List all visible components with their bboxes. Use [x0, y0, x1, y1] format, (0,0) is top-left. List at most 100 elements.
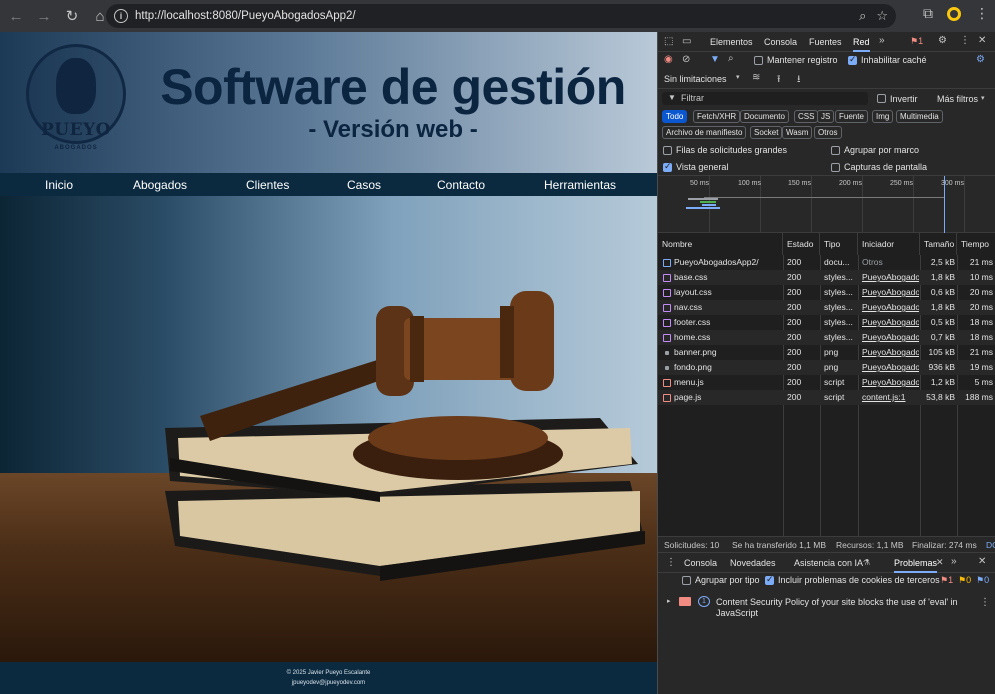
- network-settings-icon[interactable]: ⚙: [976, 54, 985, 65]
- download-icon[interactable]: ⭳: [797, 72, 801, 89]
- more-filters-dropdown[interactable]: Más filtros: [937, 94, 978, 104]
- chip-fuente[interactable]: Fuente: [835, 110, 868, 123]
- col-iniciador[interactable]: Iniciador: [858, 233, 920, 255]
- cell-initiator[interactable]: PueyoAbogados: [862, 330, 919, 345]
- cell-initiator[interactable]: PueyoAbogados: [862, 300, 919, 315]
- table-row[interactable]: page.js 200 script content.js:1 53,8 kB 188 m…: [658, 390, 995, 405]
- close-drawer-icon[interactable]: ✕: [978, 556, 986, 567]
- include-cookies-checkbox[interactable]: [765, 574, 774, 585]
- settings-gear-icon[interactable]: ⚙: [938, 35, 947, 46]
- address-bar[interactable]: i http://localhost:8080/PueyoAbogadosApp…: [106, 4, 896, 28]
- cell-initiator[interactable]: PueyoAbogados: [862, 345, 919, 360]
- drawer-tab-problemas[interactable]: Problemas: [894, 558, 938, 573]
- upload-icon[interactable]: ⭱: [777, 72, 781, 89]
- chip-wasm[interactable]: Wasm: [782, 126, 813, 139]
- group-frame-checkbox[interactable]: [831, 146, 840, 155]
- chrome-menu-icon[interactable]: ⋮: [975, 5, 989, 22]
- keep-log-checkbox[interactable]: [754, 56, 763, 65]
- nav-casos[interactable]: Casos: [347, 178, 381, 192]
- table-row[interactable]: layout.css 200 styles... PueyoAbogados 0,6 k…: [658, 285, 995, 300]
- throttling-select[interactable]: Sin limitaciones: [664, 74, 727, 84]
- zoom-icon[interactable]: ⌕: [859, 8, 866, 24]
- chip-socket[interactable]: Socket: [750, 126, 783, 139]
- reload-icon[interactable]: ↻: [60, 4, 84, 28]
- back-icon[interactable]: ←: [4, 4, 28, 28]
- disable-cache-checkbox[interactable]: [848, 54, 857, 65]
- issue-menu-icon[interactable]: ⋮: [980, 597, 990, 608]
- device-toolbar-icon[interactable]: ▭: [682, 36, 691, 47]
- clear-icon[interactable]: ⊘: [682, 54, 690, 65]
- more-filters-chevron-icon[interactable]: ▾: [981, 94, 985, 102]
- search-icon[interactable]: ⌕: [728, 53, 734, 64]
- screenshots-checkbox[interactable]: [831, 163, 840, 172]
- filter-input[interactable]: ▼ Filtrar: [662, 92, 868, 105]
- record-icon[interactable]: ◉: [664, 54, 673, 65]
- devtools-menu-icon[interactable]: ⋮: [960, 35, 970, 46]
- nav-inicio[interactable]: Inicio: [45, 178, 73, 192]
- chip-js[interactable]: JS: [817, 110, 835, 123]
- nav-herramientas[interactable]: Herramientas: [544, 178, 616, 192]
- drawer-tab-ia[interactable]: Asistencia con IA: [794, 558, 863, 568]
- table-row[interactable]: menu.js 200 script PueyoAbogados 1,2 kB 5 ms: [658, 375, 995, 390]
- tab-fuentes[interactable]: Fuentes: [809, 37, 842, 47]
- chip-css[interactable]: CSS: [794, 110, 819, 123]
- chip-multimedia[interactable]: Multimedia: [896, 110, 943, 123]
- site-info-icon[interactable]: i: [114, 9, 128, 23]
- col-tiempo[interactable]: Tiempo: [957, 233, 995, 255]
- bookmark-star-icon[interactable]: ☆: [876, 8, 888, 24]
- table-row[interactable]: nav.css 200 styles... PueyoAbogados 1,8 kB 20…: [658, 300, 995, 315]
- filter-icon[interactable]: ▼: [710, 54, 720, 65]
- cell-initiator[interactable]: PueyoAbogados: [862, 375, 919, 390]
- chevron-down-icon[interactable]: ▾: [736, 73, 740, 81]
- logo[interactable]: PUEYO ABOGADOS: [26, 44, 126, 152]
- tab-elementos[interactable]: Elementos: [710, 37, 753, 47]
- drawer-tab-consola[interactable]: Consola: [684, 558, 717, 568]
- cell-initiator[interactable]: PueyoAbogados: [862, 285, 919, 300]
- col-nombre[interactable]: Nombre: [658, 233, 783, 255]
- expand-arrow-icon[interactable]: ▸: [667, 597, 671, 605]
- chip-manifiesto[interactable]: Archivo de manifiesto: [662, 126, 747, 139]
- more-tabs-icon[interactable]: »: [879, 35, 885, 46]
- close-tab-icon[interactable]: ✕: [936, 557, 944, 568]
- table-row[interactable]: fondo.png 200 png PueyoAbogados 936 kB 19 ms: [658, 360, 995, 375]
- nav-clientes[interactable]: Clientes: [246, 178, 289, 192]
- col-estado[interactable]: Estado: [783, 233, 820, 255]
- chip-otros[interactable]: Otros: [814, 126, 842, 139]
- group-by-type-checkbox[interactable]: [682, 576, 691, 585]
- table-row[interactable]: footer.css 200 styles... PueyoAbogados 0,5 k…: [658, 315, 995, 330]
- forward-icon[interactable]: →: [32, 4, 56, 28]
- col-tipo[interactable]: Tipo: [820, 233, 858, 255]
- table-row[interactable]: base.css 200 styles... PueyoAbogados 1,8 kB 1…: [658, 270, 995, 285]
- chip-img[interactable]: Img: [872, 110, 894, 123]
- drawer-menu-icon[interactable]: ⋮: [666, 557, 676, 568]
- more-drawer-tabs-icon[interactable]: »: [951, 556, 957, 567]
- inspect-element-icon[interactable]: ⬚: [664, 36, 673, 47]
- cell-initiator[interactable]: PueyoAbogados: [862, 270, 919, 285]
- chip-fetch-xhr[interactable]: Fetch/XHR: [693, 110, 741, 123]
- cell-initiator[interactable]: PueyoAbogados: [862, 360, 919, 375]
- big-rows-checkbox[interactable]: [663, 146, 672, 155]
- footer-email[interactable]: jpueyodev@jpueyodev.com: [0, 680, 657, 686]
- tab-red[interactable]: Red: [853, 37, 870, 52]
- close-devtools-icon[interactable]: ✕: [978, 35, 986, 46]
- extensions-icon[interactable]: ⧉: [923, 5, 933, 22]
- drawer-tab-novedades[interactable]: Novedades: [730, 558, 776, 568]
- chip-documento[interactable]: Documento: [740, 110, 789, 123]
- table-row[interactable]: home.css 200 styles... PueyoAbogados 0,7 kB 1…: [658, 330, 995, 345]
- nav-contacto[interactable]: Contacto: [437, 178, 485, 192]
- error-count-badge[interactable]: ⚑1: [910, 36, 923, 47]
- invert-checkbox[interactable]: [877, 94, 886, 103]
- timeline-overview[interactable]: 50 ms 100 ms 150 ms 200 ms 250 ms 300 ms: [658, 175, 995, 234]
- network-conditions-icon[interactable]: ≋: [752, 72, 760, 83]
- cell-initiator[interactable]: content.js:1: [862, 390, 919, 405]
- tab-consola[interactable]: Consola: [764, 37, 797, 47]
- url-text[interactable]: http://localhost:8080/PueyoAbogadosApp2/: [135, 10, 356, 22]
- issue-item[interactable]: ▸ 1 Content Security Policy of your site…: [658, 592, 995, 622]
- col-tamano[interactable]: Tamaño: [920, 233, 957, 255]
- overview-checkbox[interactable]: [663, 161, 672, 172]
- nav-abogados[interactable]: Abogados: [133, 178, 187, 192]
- table-row[interactable]: PueyoAbogadosApp2/200 docu... Otros 2,5 kB 2…: [658, 255, 995, 270]
- cell-initiator[interactable]: PueyoAbogados: [862, 315, 919, 330]
- extension-icon[interactable]: [947, 6, 961, 21]
- table-row[interactable]: banner.png 200 png PueyoAbogados 105 kB 21 ms: [658, 345, 995, 360]
